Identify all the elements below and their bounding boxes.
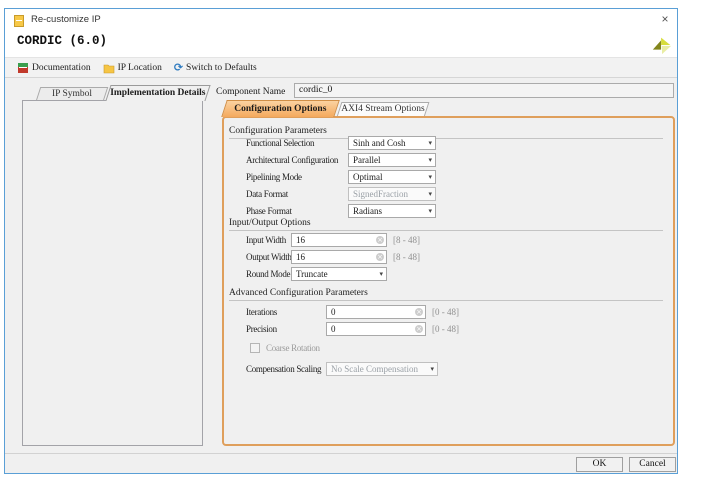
input-width-range: [8 - 48]: [393, 233, 420, 247]
chevron-down-icon: ▾: [428, 205, 432, 217]
compensation-scaling-label: Compensation Scaling: [246, 362, 321, 376]
phase-format-value: Radians: [353, 206, 382, 216]
input-width-field[interactable]: 16 ×: [291, 233, 387, 247]
tab-ip-symbol[interactable]: IP Symbol: [36, 87, 109, 101]
tab-ip-symbol-label: IP Symbol: [39, 88, 105, 100]
folder-icon: [103, 62, 115, 74]
clear-icon[interactable]: ×: [415, 308, 423, 316]
functional-selection-label: Functional Selection: [246, 136, 314, 150]
tab-configuration-options[interactable]: Configuration Options: [221, 100, 340, 117]
chevron-down-icon: ▾: [428, 154, 432, 166]
output-width-field[interactable]: 16 ×: [291, 250, 387, 264]
documentation-book-icon: [17, 62, 29, 74]
coarse-rotation-label: Coarse Rotation: [266, 341, 320, 355]
pipelining-mode-value: Optimal: [353, 172, 383, 182]
coarse-rotation-checkbox: [250, 343, 260, 353]
implementation-details-panel: [22, 100, 203, 446]
input-width-value: 16: [296, 235, 305, 245]
chevron-down-icon: ▾: [430, 363, 434, 375]
precision-field[interactable]: 0 ×: [326, 322, 426, 336]
compensation-scaling-dropdown: No Scale Compensation ▾: [326, 362, 438, 376]
cancel-button[interactable]: Cancel: [629, 457, 676, 472]
tab-configuration-options-label: Configuration Options: [225, 101, 336, 117]
round-mode-value: Truncate: [296, 269, 328, 279]
precision-range: [0 - 48]: [432, 322, 459, 336]
iterations-value: 0: [331, 307, 336, 317]
iterations-range: [0 - 48]: [432, 305, 459, 319]
footer-divider: [5, 453, 677, 454]
documentation-label: Documentation: [32, 63, 91, 73]
advanced-parameters-heading: Advanced Configuration Parameters: [229, 288, 663, 301]
close-icon[interactable]: ×: [657, 12, 673, 28]
dialog-header-area: [5, 9, 677, 57]
chevron-down-icon: ▾: [428, 188, 432, 200]
iterations-label: Iterations: [246, 305, 277, 319]
output-width-range: [8 - 48]: [393, 250, 420, 264]
clear-icon[interactable]: ×: [415, 325, 423, 333]
component-name-input[interactable]: cordic_0: [294, 83, 674, 98]
architectural-configuration-label: Architectural Configuration: [246, 153, 338, 167]
recustomize-ip-dialog: Re-customize IP × CORDIC (6.0) Documenta…: [4, 8, 678, 474]
chevron-down-icon: ▾: [379, 268, 383, 280]
switch-to-defaults-label: Switch to Defaults: [186, 63, 257, 73]
chevron-down-icon: ▾: [428, 137, 432, 149]
pipelining-mode-label: Pipelining Mode: [246, 170, 302, 184]
clear-icon[interactable]: ×: [376, 236, 384, 244]
ip-location-label: IP Location: [118, 63, 162, 73]
refresh-icon: ⟳: [174, 62, 183, 74]
window-ip-icon: [14, 15, 24, 27]
ip-product-title: CORDIC (6.0): [17, 34, 107, 48]
round-mode-label: Round Mode: [246, 267, 290, 281]
ok-button[interactable]: OK: [576, 457, 623, 472]
tab-axi4-stream-options-label: AXI4 Stream Options: [340, 103, 426, 116]
data-format-value: SignedFraction: [353, 189, 408, 199]
window-title: Re-customize IP: [31, 14, 101, 25]
phase-format-dropdown[interactable]: Radians ▾: [348, 204, 436, 218]
iterations-field[interactable]: 0 ×: [326, 305, 426, 319]
xilinx-logo-icon: [649, 34, 675, 56]
output-width-value: 16: [296, 252, 305, 262]
tab-implementation-details-label: Implementation Details: [109, 86, 207, 101]
ip-location-button[interactable]: IP Location: [99, 62, 166, 74]
input-width-label: Input Width: [246, 233, 286, 247]
precision-value: 0: [331, 324, 336, 334]
tab-axi4-stream-options[interactable]: AXI4 Stream Options: [337, 102, 430, 117]
pipelining-mode-dropdown[interactable]: Optimal ▾: [348, 170, 436, 184]
clear-icon[interactable]: ×: [376, 253, 384, 261]
component-name-label: Component Name: [216, 87, 285, 97]
functional-selection-dropdown[interactable]: Sinh and Cosh ▾: [348, 136, 436, 150]
round-mode-dropdown[interactable]: Truncate ▾: [291, 267, 387, 281]
functional-selection-value: Sinh and Cosh: [353, 138, 406, 148]
data-format-dropdown: SignedFraction ▾: [348, 187, 436, 201]
output-width-label: Output Width: [246, 250, 292, 264]
data-format-label: Data Format: [246, 187, 288, 201]
switch-to-defaults-button[interactable]: ⟳ Switch to Defaults: [170, 62, 261, 74]
architectural-configuration-value: Parallel: [353, 155, 381, 165]
compensation-scaling-value: No Scale Compensation: [331, 364, 418, 374]
chevron-down-icon: ▾: [428, 171, 432, 183]
architectural-configuration-dropdown[interactable]: Parallel ▾: [348, 153, 436, 167]
documentation-button[interactable]: Documentation: [13, 62, 95, 74]
io-options-heading: Input/Output Options: [229, 218, 663, 231]
phase-format-label: Phase Format: [246, 204, 292, 218]
tab-implementation-details[interactable]: Implementation Details: [105, 85, 210, 101]
precision-label: Precision: [246, 322, 277, 336]
toolbar: Documentation IP Location ⟳ Switch to De…: [5, 57, 677, 78]
